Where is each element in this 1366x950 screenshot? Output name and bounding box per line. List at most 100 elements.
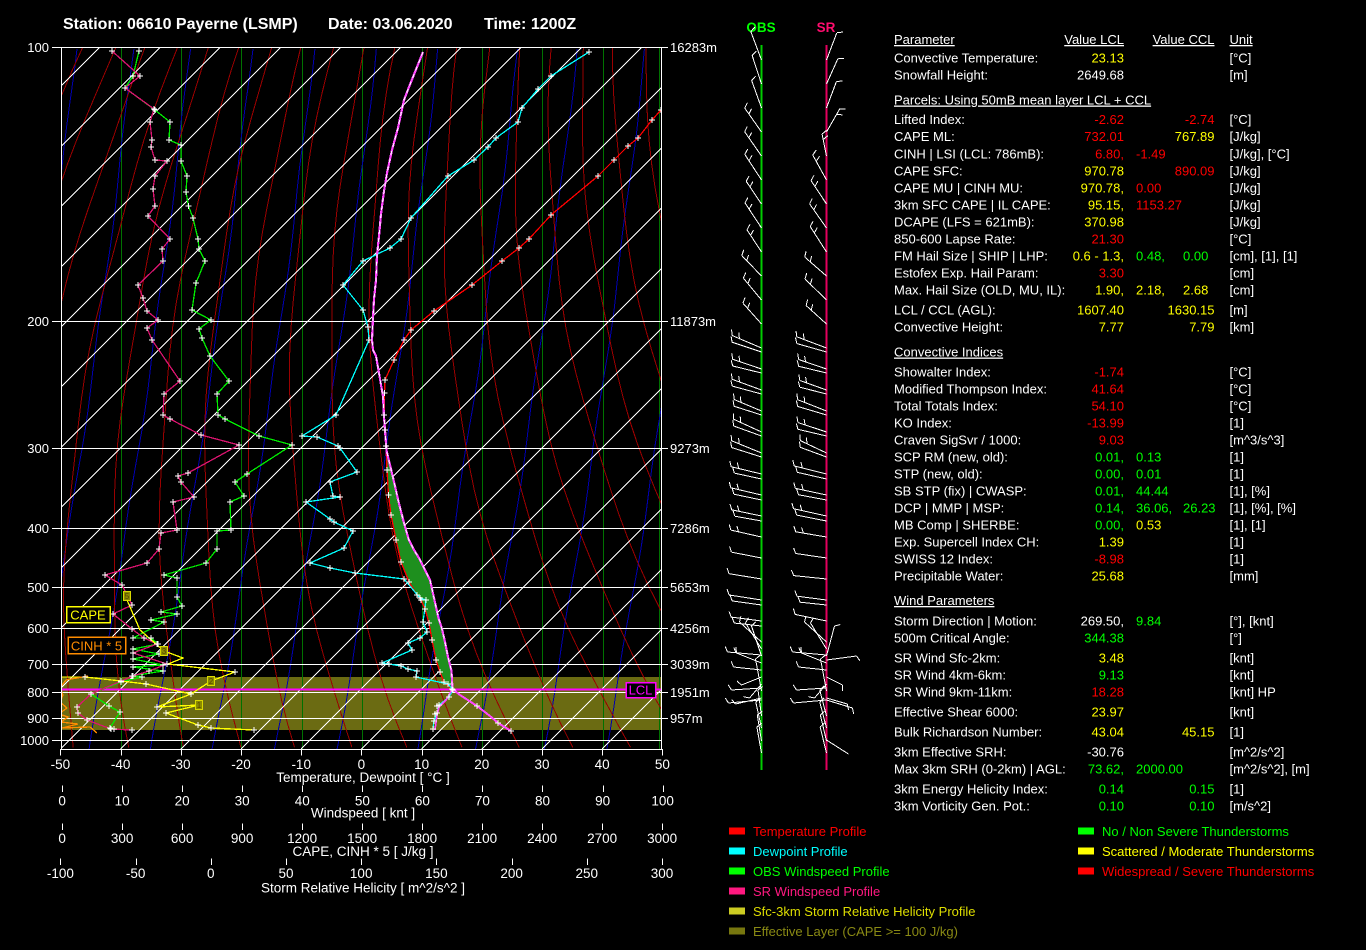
svg-text:[1]: [1]	[1230, 450, 1244, 465]
svg-text:850-600 Lapse Rate:: 850-600 Lapse Rate:	[894, 232, 1015, 247]
svg-text:Storm Relative Helicity [ m^2: Storm Relative Helicity [ m^2/s^2 ]	[261, 881, 465, 896]
svg-text:Max 3km SRH (0-2km) | AGL:: Max 3km SRH (0-2km) | AGL:	[894, 762, 1066, 777]
svg-text:3.30: 3.30	[1099, 266, 1124, 281]
svg-text:3km Energy Helicity Index:: 3km Energy Helicity Index:	[894, 782, 1048, 797]
svg-text:Estofex Exp. Hail Param:: Estofex Exp. Hail Param:	[894, 266, 1039, 281]
svg-text:[cm]: [cm]	[1230, 283, 1255, 298]
svg-text:[°C]: [°C]	[1230, 51, 1252, 66]
svg-text:25.68: 25.68	[1091, 569, 1124, 584]
svg-text:[m/s^2]: [m/s^2]	[1230, 799, 1272, 814]
svg-text:900: 900	[231, 831, 254, 846]
svg-text:Parameter: Parameter	[894, 32, 955, 47]
svg-text:Effective Shear 6000:: Effective Shear 6000:	[894, 705, 1018, 720]
svg-text:700: 700	[27, 657, 49, 672]
svg-text:Sfc-3km Storm Relative Helicit: Sfc-3km Storm Relative Helicity Profile	[753, 904, 976, 919]
svg-text:[J/kg], [°C]: [J/kg], [°C]	[1230, 147, 1290, 162]
svg-text:0: 0	[58, 831, 66, 846]
svg-text:0.00,: 0.00,	[1095, 467, 1124, 482]
svg-text:Lifted Index:: Lifted Index:	[894, 112, 965, 127]
svg-text:890.09: 890.09	[1175, 164, 1215, 179]
svg-text:-100: -100	[47, 866, 74, 881]
svg-text:23.97: 23.97	[1091, 705, 1124, 720]
svg-text:1.90,: 1.90,	[1095, 283, 1124, 298]
svg-text:70: 70	[475, 794, 490, 809]
svg-text:MB Comp | SHERBE:: MB Comp | SHERBE:	[894, 518, 1019, 533]
svg-text:7286m: 7286m	[670, 521, 710, 536]
svg-text:970.78: 970.78	[1084, 164, 1124, 179]
svg-text:6.80,: 6.80,	[1095, 147, 1124, 162]
svg-text:43.04: 43.04	[1091, 725, 1124, 740]
svg-text:269.50,: 269.50,	[1081, 614, 1124, 629]
svg-text:Unit: Unit	[1230, 32, 1254, 47]
svg-text:7.79: 7.79	[1189, 320, 1214, 335]
svg-text:Temperature Profile: Temperature Profile	[753, 824, 866, 839]
svg-text:-30.76: -30.76	[1087, 745, 1124, 760]
svg-text:970.78,: 970.78,	[1081, 181, 1124, 196]
svg-text:-30: -30	[171, 757, 191, 772]
svg-text:9273m: 9273m	[670, 441, 710, 456]
svg-text:0.10: 0.10	[1189, 799, 1214, 814]
svg-text:OBS Windspeed Profile: OBS Windspeed Profile	[753, 864, 890, 879]
svg-text:21.30: 21.30	[1091, 232, 1124, 247]
svg-text:73.62,: 73.62,	[1088, 762, 1124, 777]
svg-text:600: 600	[27, 621, 49, 636]
svg-text:0.48,: 0.48,	[1136, 249, 1165, 264]
svg-text:11873m: 11873m	[670, 314, 716, 329]
svg-text:[J/kg]: [J/kg]	[1230, 198, 1261, 213]
svg-text:-20: -20	[231, 757, 251, 772]
svg-text:1630.15: 1630.15	[1168, 303, 1215, 318]
svg-text:0.00: 0.00	[1136, 181, 1161, 196]
svg-text:1951m: 1951m	[670, 685, 710, 700]
svg-text:[°C]: [°C]	[1230, 365, 1252, 380]
svg-text:[J/kg]: [J/kg]	[1230, 164, 1261, 179]
svg-text:732.01: 732.01	[1084, 129, 1124, 144]
svg-text:2: 2	[209, 677, 214, 686]
svg-text:[knt] HP: [knt] HP	[1230, 685, 1276, 700]
svg-text:900: 900	[27, 711, 49, 726]
svg-text:Windspeed [ knt ]: Windspeed [ knt ]	[311, 806, 415, 821]
svg-text:23.13: 23.13	[1091, 51, 1124, 66]
svg-text:20: 20	[474, 757, 489, 772]
svg-text:200: 200	[500, 866, 523, 881]
svg-text:0.01,: 0.01,	[1095, 484, 1124, 499]
svg-text:0.01: 0.01	[1136, 467, 1161, 482]
svg-text:90: 90	[595, 794, 610, 809]
svg-text:44.44: 44.44	[1136, 484, 1169, 499]
svg-text:0.00: 0.00	[1183, 249, 1208, 264]
svg-text:300: 300	[27, 441, 49, 456]
svg-text:1153.27: 1153.27	[1136, 198, 1182, 213]
svg-text:[1]: [1]	[1230, 416, 1244, 431]
svg-text:3km Vorticity Gen. Pot.:: 3km Vorticity Gen. Pot.:	[894, 799, 1030, 814]
svg-text:-50: -50	[51, 757, 71, 772]
svg-text:2.18,: 2.18,	[1136, 283, 1165, 298]
svg-text:Bulk Richardson Number:: Bulk Richardson Number:	[894, 725, 1042, 740]
svg-text:1607.40: 1607.40	[1077, 303, 1124, 318]
svg-text:800: 800	[27, 685, 49, 700]
svg-text:[knt]: [knt]	[1230, 651, 1255, 666]
svg-text:Value LCL: Value LCL	[1064, 32, 1124, 47]
svg-text:SR Wind 9km-11km:: SR Wind 9km-11km:	[894, 685, 1012, 700]
svg-text:30: 30	[534, 757, 549, 772]
svg-text:3km SFC CAPE | IL CAPE:: 3km SFC CAPE | IL CAPE:	[894, 198, 1051, 213]
svg-text:957m: 957m	[670, 711, 703, 726]
svg-text:-1.49: -1.49	[1136, 147, 1166, 162]
svg-text:SR Windspeed Profile: SR Windspeed Profile	[753, 884, 880, 899]
svg-text:Scattered / Moderate Thunderst: Scattered / Moderate Thunderstorms	[1102, 844, 1315, 859]
svg-text:100: 100	[27, 40, 49, 55]
svg-text:Convective Height:: Convective Height:	[894, 320, 1003, 335]
svg-text:50: 50	[278, 866, 293, 881]
svg-text:30: 30	[235, 794, 250, 809]
svg-text:Precipitable Water:: Precipitable Water:	[894, 569, 1003, 584]
svg-text:[m^2/s^2]: [m^2/s^2]	[1230, 745, 1285, 760]
svg-text:Storm Direction | Motion:: Storm Direction | Motion:	[894, 614, 1037, 629]
svg-text:300: 300	[111, 831, 134, 846]
svg-text:100: 100	[651, 794, 674, 809]
svg-text:2000.00: 2000.00	[1136, 762, 1183, 777]
svg-text:Parcels: Using 50mB mean layer: Parcels: Using 50mB mean layer LCL + CCL	[894, 93, 1151, 108]
svg-text:3.48: 3.48	[1099, 651, 1124, 666]
svg-text:Total Totals Index:: Total Totals Index:	[894, 399, 998, 414]
svg-text:45.15: 45.15	[1182, 725, 1215, 740]
svg-text:-13.99: -13.99	[1087, 416, 1124, 431]
svg-text:Wind Parameters: Wind Parameters	[894, 593, 995, 608]
svg-text:[°C]: [°C]	[1230, 399, 1252, 414]
